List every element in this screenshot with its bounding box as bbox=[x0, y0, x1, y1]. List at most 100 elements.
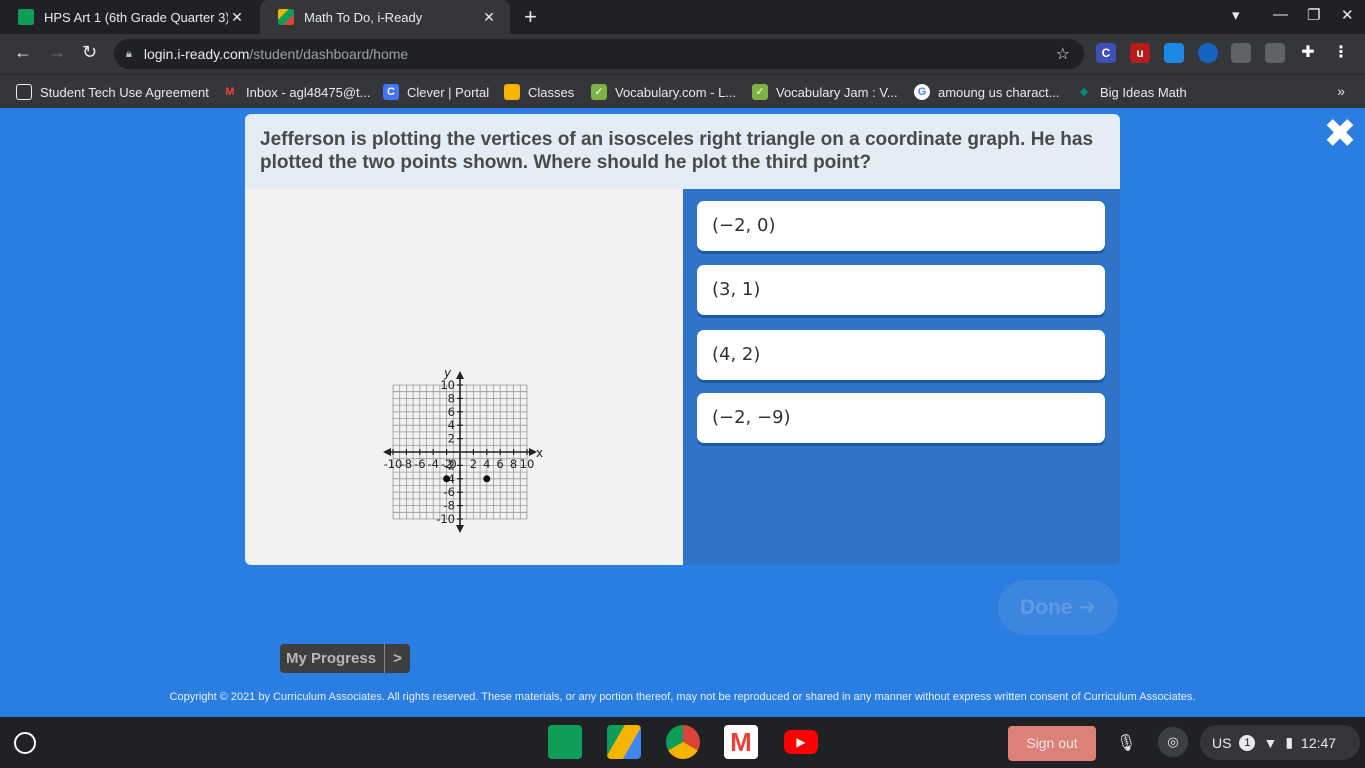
x-tick-label: 10 bbox=[520, 457, 535, 471]
x-tick-label: -6 bbox=[414, 457, 425, 471]
y-tick-label: -6 bbox=[444, 485, 455, 499]
vocabulary-icon: ✓ bbox=[591, 84, 607, 100]
classroom-icon bbox=[18, 9, 34, 25]
close-lesson-icon[interactable]: ✖ bbox=[1322, 114, 1358, 154]
x-tick-label: 8 bbox=[510, 457, 517, 471]
youtube-app-icon[interactable]: ▶ bbox=[784, 730, 818, 754]
clever-icon: C bbox=[383, 84, 399, 100]
extensions-puzzle-icon[interactable]: ✚ bbox=[1298, 43, 1318, 63]
bookmark-label: Clever | Portal bbox=[407, 84, 490, 100]
bookmark-classes[interactable]: Classes bbox=[504, 82, 574, 102]
x-axis-label: x bbox=[536, 446, 543, 460]
x-tick-label: -4 bbox=[427, 457, 438, 471]
extension-drive-icon[interactable] bbox=[1164, 43, 1184, 63]
url-path: /student/dashboard/home bbox=[249, 46, 409, 62]
clock: 12:47 bbox=[1301, 734, 1337, 751]
vocabulary-icon: ✓ bbox=[752, 84, 768, 100]
y-tick-label: -2 bbox=[444, 458, 455, 472]
reload-icon[interactable]: ↻ bbox=[82, 42, 97, 63]
address-bar[interactable]: 🔒︎ login.i-ready.com /student/dashboard/… bbox=[114, 39, 1084, 69]
bookmark-vocabulary-jam[interactable]: ✓ Vocabulary Jam : V... bbox=[752, 82, 898, 102]
back-icon[interactable]: ← bbox=[14, 42, 32, 63]
chrome-menu-icon[interactable]: ⋮ bbox=[1331, 43, 1351, 63]
maximize-icon[interactable]: ❐ bbox=[1307, 6, 1320, 24]
question-card: Jefferson is plotting the vertices of an… bbox=[245, 114, 1120, 565]
bookmark-label: amoung us charact... bbox=[938, 84, 1060, 100]
extension-cast-icon[interactable] bbox=[1265, 43, 1285, 63]
forward-icon[interactable]: → bbox=[48, 42, 66, 63]
bookmarks-bar: Student Tech Use Agreement M Inbox - agl… bbox=[0, 74, 1365, 108]
graph-panel: xy-10-8-6-4-20246810108642-2-4-6-8-10 bbox=[245, 189, 683, 565]
microphone-icon[interactable]: 🎙︎ bbox=[1116, 733, 1136, 753]
new-tab-button[interactable]: + bbox=[524, 4, 537, 30]
answer-option-3[interactable]: (4, 2) bbox=[697, 330, 1105, 380]
x-axis-arrow-left bbox=[383, 448, 391, 456]
answer-option-1[interactable]: (−2, 0) bbox=[697, 201, 1105, 251]
answer-option-4[interactable]: (−2, −9) bbox=[697, 393, 1105, 443]
classroom-app-icon[interactable] bbox=[548, 725, 582, 759]
drive-app-icon[interactable] bbox=[607, 725, 641, 759]
folder-icon bbox=[16, 84, 32, 100]
tab-hps-art[interactable]: HPS Art 1 (6th Grade Quarter 3) S ✕ bbox=[0, 0, 258, 34]
iready-icon bbox=[278, 9, 294, 25]
chevron-right-icon: > bbox=[384, 644, 410, 673]
extension-grid-icon[interactable] bbox=[1231, 43, 1251, 63]
google-icon: G bbox=[914, 84, 930, 100]
bookmark-star-icon[interactable]: ☆ bbox=[1056, 44, 1070, 64]
bookmark-inbox[interactable]: M Inbox - agl48475@t... bbox=[222, 82, 371, 102]
answer-option-2[interactable]: (3, 1) bbox=[697, 265, 1105, 315]
bookmark-big-ideas[interactable]: ◆ Big Ideas Math bbox=[1076, 82, 1187, 102]
bookmark-tech-agreement[interactable]: Student Tech Use Agreement bbox=[16, 82, 209, 102]
my-progress-label: My Progress bbox=[286, 650, 377, 667]
bigideas-icon: ◆ bbox=[1079, 86, 1089, 98]
x-tick-label: -10 bbox=[384, 457, 403, 471]
y-tick-label: -8 bbox=[444, 499, 455, 513]
tab-search-icon[interactable]: ▾ bbox=[1232, 6, 1240, 24]
y-tick-label: 6 bbox=[448, 405, 455, 419]
notification-count: 1 bbox=[1239, 734, 1256, 751]
bookmark-label: Big Ideas Math bbox=[1100, 84, 1187, 100]
plotted-point bbox=[483, 475, 491, 483]
copyright-text: Copyright © 2021 by Curriculum Associate… bbox=[169, 691, 1196, 703]
extension-shield-icon[interactable] bbox=[1198, 43, 1218, 63]
bookmark-vocabulary[interactable]: ✓ Vocabulary.com - L... bbox=[591, 82, 736, 102]
done-button[interactable]: Done ➔ bbox=[998, 580, 1118, 635]
tab-close-icon[interactable]: ✕ bbox=[228, 9, 246, 26]
bookmark-label: Inbox - agl48475@t... bbox=[246, 84, 371, 100]
bookmark-among-us[interactable]: G amoung us charact... bbox=[914, 82, 1059, 102]
window-close-icon[interactable]: ✕ bbox=[1341, 6, 1354, 24]
cast-icon[interactable]: ◎ bbox=[1158, 727, 1188, 757]
status-tray[interactable]: US 1 ▼ ▮ 12:47 bbox=[1200, 725, 1360, 760]
tab-title: HPS Art 1 (6th Grade Quarter 3) S bbox=[44, 9, 228, 25]
minimize-icon[interactable]: — bbox=[1273, 6, 1288, 23]
x-tick-label: 6 bbox=[497, 457, 504, 471]
bookmarks-overflow-icon[interactable]: » bbox=[1337, 83, 1345, 99]
classroom-icon bbox=[504, 84, 520, 100]
bookmark-label: Student Tech Use Agreement bbox=[40, 84, 209, 100]
browser-toolbar: ← → ↻ 🔒︎ login.i-ready.com /student/dash… bbox=[0, 34, 1365, 74]
gmail-app-icon[interactable]: M bbox=[724, 725, 758, 759]
url-host: login.i-ready.com bbox=[143, 46, 250, 62]
bookmark-label: Classes bbox=[528, 84, 575, 100]
y-tick-label: 10 bbox=[440, 378, 455, 392]
tab-strip: HPS Art 1 (6th Grade Quarter 3) S ✕ Math… bbox=[0, 0, 1365, 34]
tab-close-icon[interactable]: ✕ bbox=[480, 9, 498, 26]
battery-icon: ▮ bbox=[1285, 734, 1294, 750]
y-axis-arrow-up bbox=[456, 371, 464, 379]
plotted-point bbox=[443, 475, 451, 483]
lock-icon: 🔒︎ bbox=[126, 47, 132, 60]
ublock-icon[interactable]: u bbox=[1130, 43, 1150, 63]
bookmark-clever[interactable]: C Clever | Portal bbox=[383, 82, 489, 102]
launcher-icon[interactable] bbox=[14, 732, 36, 754]
gmail-icon: M bbox=[225, 86, 235, 98]
tab-iready[interactable]: Math To Do, i-Ready ✕ bbox=[260, 0, 510, 34]
chrome-app-icon[interactable] bbox=[666, 725, 700, 759]
extension-c-icon[interactable]: C bbox=[1096, 43, 1116, 63]
sign-out-button[interactable]: Sign out bbox=[1008, 726, 1096, 761]
y-tick-label: 2 bbox=[448, 432, 455, 446]
my-progress-button[interactable]: My Progress > bbox=[280, 644, 411, 673]
x-tick-label: 2 bbox=[470, 457, 477, 471]
bookmark-label: Vocabulary Jam : V... bbox=[776, 84, 898, 100]
y-axis-arrow-down bbox=[456, 525, 464, 533]
y-tick-label: 8 bbox=[448, 391, 455, 405]
